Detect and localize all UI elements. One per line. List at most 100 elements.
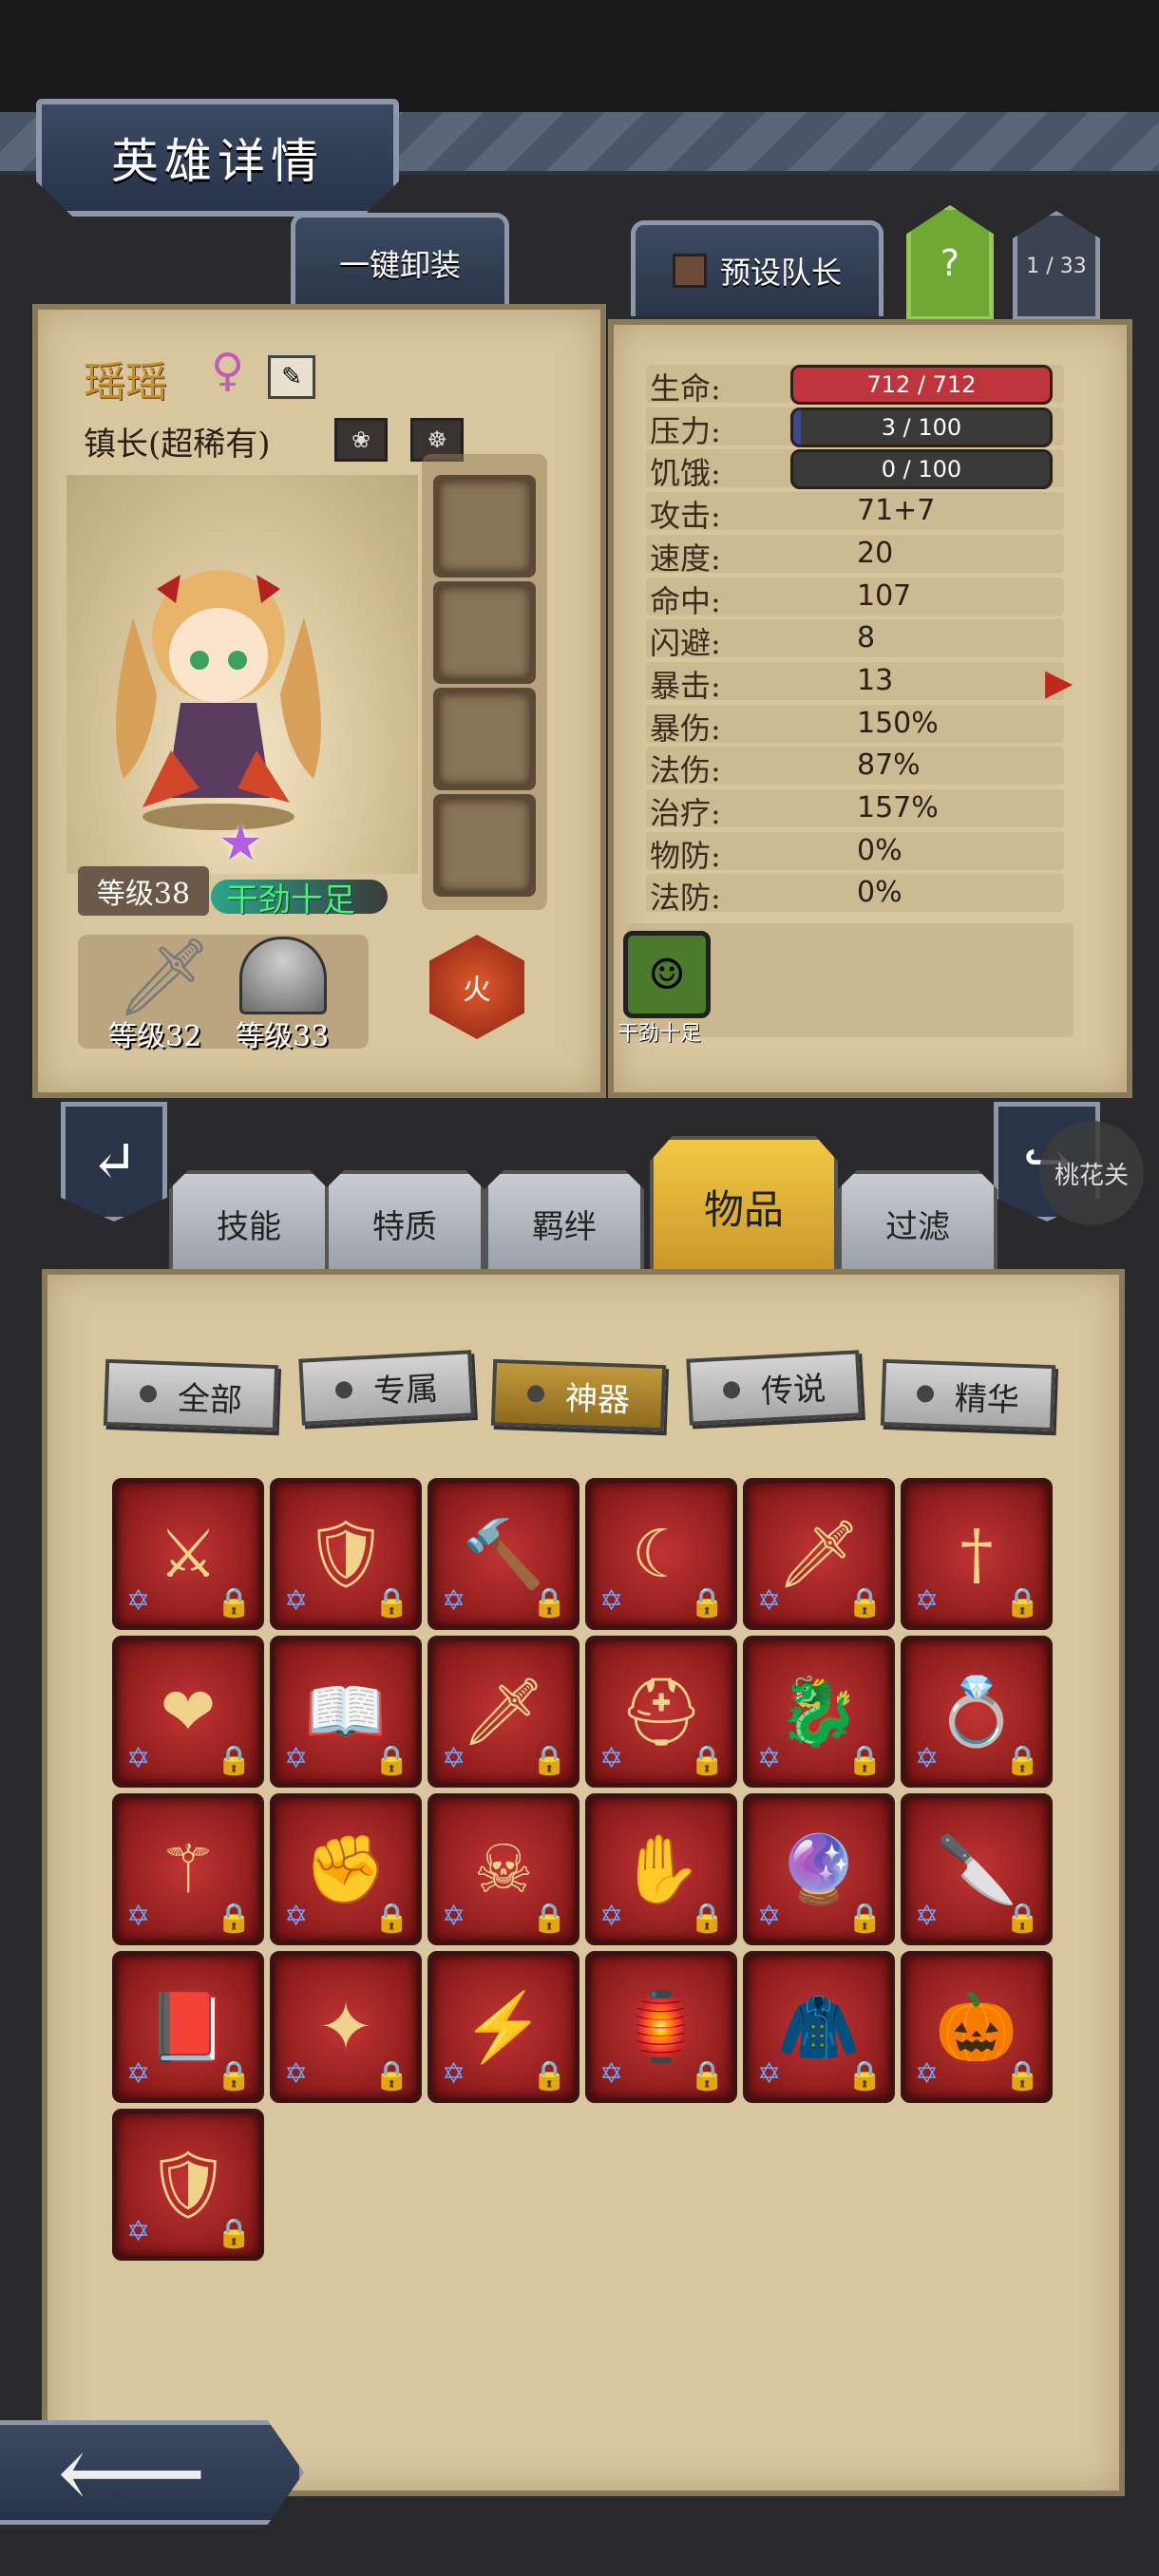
armor-helmet-icon[interactable] [239,937,327,1014]
orb-staff-icon[interactable]: ⚚ ✡ 🔒 [112,1793,264,1945]
lock-icon: 🔒 [846,1586,883,1619]
filter-dot-icon [526,1385,545,1403]
stat-row: 物防: 0% [646,831,1064,874]
hero-class: 镇长(超稀有) [84,426,271,464]
lock-icon: 🔒 [531,1586,567,1619]
title-banner: 英雄详情 [36,99,399,217]
stat-label: 治疗: [650,795,721,831]
laurel-shield-icon[interactable]: 🛡 ✡ 🔒 [270,1478,422,1630]
filter-label: 精华 [954,1379,1020,1420]
filter-4[interactable]: 精华 [880,1358,1056,1432]
lock-icon: 🔒 [1004,1902,1040,1935]
lock-icon: 🔒 [689,2059,725,2093]
golden-helm-icon[interactable]: ⛑ ✡ 🔒 [585,1636,737,1788]
golden-axe-icon[interactable]: ⚔ ✡ 🔒 [112,1478,264,1630]
winged-tome-icon[interactable]: 📖 ✡ 🔒 [270,1636,422,1788]
stat-value: 20 [857,536,894,570]
side-floating-button[interactable]: 桃花关 [1039,1121,1144,1225]
unequip-all-button[interactable]: 一键卸装 [291,213,509,309]
page-counter: 1 / 33 [1013,211,1100,321]
lock-icon: 🔒 [846,1744,883,1777]
lock-icon: 🔒 [846,2059,883,2093]
item-glyph: ⚔ [158,1515,218,1593]
preset-leader-toggle[interactable]: 预设队长 [631,220,884,316]
help-button[interactable]: ? [906,205,994,321]
item-glyph: 🧥 [777,1987,861,2066]
item-glyph: 📖 [304,1672,388,1751]
dark-scythe-icon[interactable]: ☾ ✡ 🔒 [585,1478,737,1630]
rarity-star-icon: ✡ [442,1742,466,1775]
filter-2[interactable]: 神器 [490,1358,667,1432]
filter-0[interactable]: 全部 [103,1358,279,1432]
flaming-heart-icon[interactable]: ❤ ✡ 🔒 [112,1636,264,1788]
item-glyph: 🗡 [776,1514,862,1593]
stat-label: 法伤: [650,752,721,789]
magic-orb-icon[interactable]: 🔮 ✡ 🔒 [743,1793,895,1945]
rarity-star-icon: ✡ [757,1900,782,1933]
lock-icon: 🔒 [216,2059,252,2093]
expand-stats-arrow-icon[interactable]: ▶ [1045,661,1073,703]
item-glyph: 🛡 [303,1514,389,1593]
stat-value: 71+7 [857,494,936,528]
lightning-spear-icon[interactable]: ⚡ ✡ 🔒 [428,1951,580,2103]
tab-0[interactable]: 技能 [169,1170,329,1277]
accessory-slot-3[interactable] [433,688,536,790]
skull-scythe-icon[interactable]: ☠ ✡ 🔒 [428,1793,580,1945]
item-glyph: ⚡ [462,1987,545,2066]
lock-icon: 🔒 [373,2059,409,2093]
accessory-slot-1[interactable] [433,475,536,578]
poison-knife-icon[interactable]: 🔪 ✡ 🔒 [901,1793,1053,1945]
tab-3[interactable]: 物品 [650,1136,838,1277]
rarity-star-icon: ✡ [599,1742,624,1775]
prev-hero-button[interactable]: ↵ [61,1102,167,1222]
lock-icon: 🔒 [216,1902,252,1935]
lock-icon: 🔒 [1004,1744,1040,1777]
lock-icon: 🔒 [373,1744,409,1777]
trait-energetic-icon[interactable]: ☺ [623,931,711,1018]
pumpkin-ring-icon[interactable]: 🎃 ✡ 🔒 [901,1951,1053,2103]
rarity-star-icon: ✡ [126,2215,151,2248]
stat-value: 150% [857,706,939,740]
star-rank-icon: ★ [218,815,263,872]
tab-1[interactable]: 特质 [325,1170,484,1277]
filter-label: 专属 [372,1369,440,1411]
stat-bar: 3 / 100 [790,407,1053,447]
gem-ring-icon[interactable]: 💍 ✡ 🔒 [901,1636,1053,1788]
dragon-armor-icon[interactable]: 🐉 ✡ 🔒 [743,1636,895,1788]
cloak-icon[interactable]: 🧥 ✡ 🔒 [743,1951,895,2103]
rarity-star-icon: ✡ [599,1584,624,1618]
tab-4[interactable]: 过滤 [838,1170,998,1277]
rarity-star-icon: ✡ [599,2057,624,2091]
lock-icon: 🔒 [216,1744,252,1777]
filter-1[interactable]: 专属 [298,1350,475,1426]
rarity-star-icon: ✡ [915,1900,940,1933]
accessory-slot-4[interactable] [433,794,536,897]
accessory-slot-2[interactable] [433,581,536,684]
lantern-icon[interactable]: 🏮 ✡ 🔒 [585,1951,737,2103]
crimson-blade-icon[interactable]: 🗡 ✡ 🔒 [743,1478,895,1630]
tab-2[interactable]: 羁绊 [484,1170,644,1277]
preset-leader-checkbox[interactable] [672,254,707,288]
stat-row: 饥饿: 0 / 100 [646,449,1064,491]
war-hammer-icon[interactable]: 🔨 ✡ 🔒 [428,1478,580,1630]
item-glyph: 🏮 [619,1987,703,2066]
emerald-dagger-icon[interactable]: 🗡 ✡ 🔒 [428,1636,580,1788]
stat-label: 压力: [650,412,721,449]
steel-gauntlet-icon[interactable]: ✋ ✡ 🔒 [585,1793,737,1945]
stat-row: 法伤: 87% [646,747,1064,788]
class-skill-icon[interactable]: ❀ [334,418,388,462]
arcane-shield-icon[interactable]: 🛡 ✡ 🔒 [112,2109,264,2261]
stat-value: 107 [857,578,912,613]
weapon-sword-icon[interactable]: 🗡 [116,933,213,1022]
stat-value: 0% [857,876,902,910]
spiked-book-icon[interactable]: 📕 ✡ 🔒 [112,1951,264,2103]
rename-edit-icon[interactable]: ✎ [268,355,315,399]
back-button[interactable]: ⟵ [0,2420,304,2525]
crystal-sword-icon[interactable]: † ✡ 🔒 [901,1478,1053,1630]
rarity-star-icon: ✡ [599,1900,624,1933]
golden-gauntlet-icon[interactable]: ✊ ✡ 🔒 [270,1793,422,1945]
lock-icon: 🔒 [373,1586,409,1619]
filter-3[interactable]: 传说 [686,1350,863,1426]
stat-value: 157% [857,791,939,824]
shuriken-icon[interactable]: ✦ ✡ 🔒 [270,1951,422,2103]
